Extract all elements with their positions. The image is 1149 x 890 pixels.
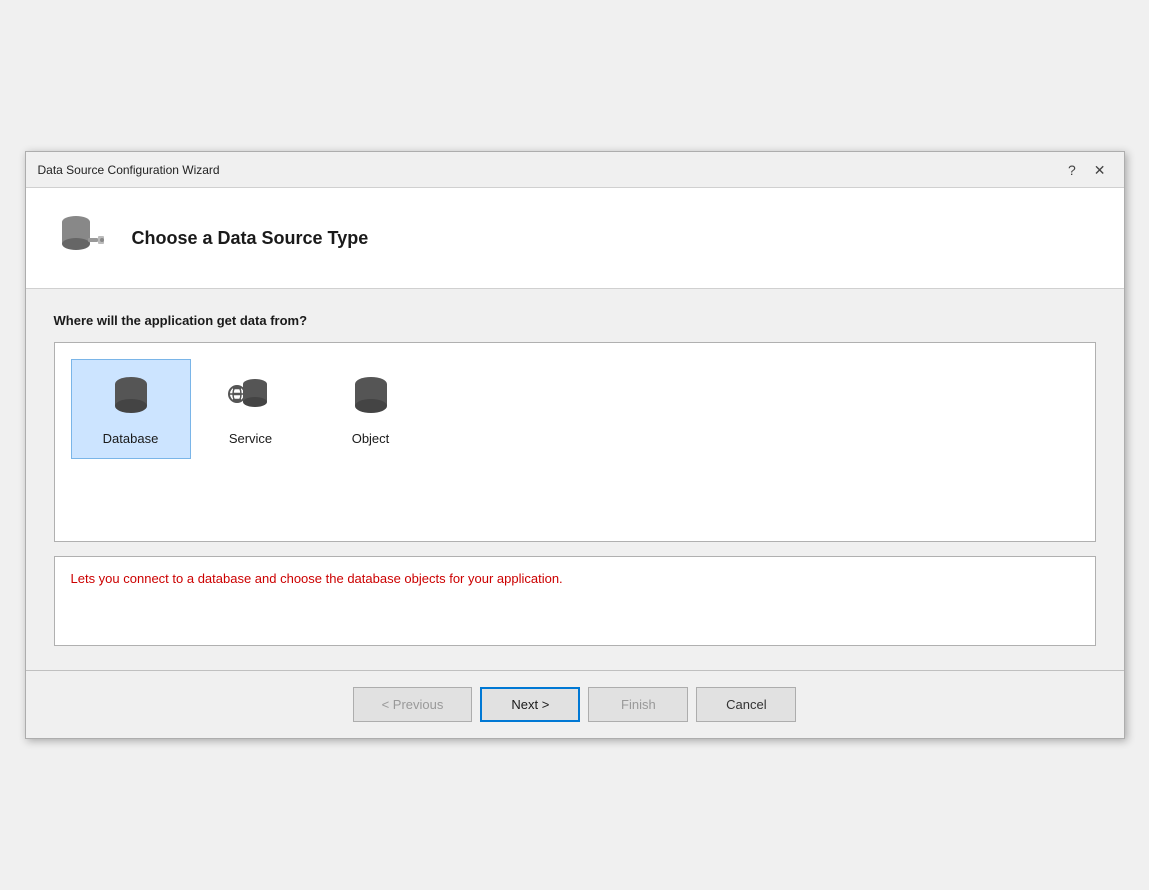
datasource-item-object[interactable]: Object (311, 359, 431, 459)
database-icon (107, 372, 155, 423)
help-button[interactable]: ? (1062, 161, 1082, 179)
title-bar-right: ? ✕ (1062, 161, 1112, 179)
footer-section: < Previous Next > Finish Cancel (26, 670, 1124, 738)
previous-button[interactable]: < Previous (353, 687, 473, 722)
cancel-button[interactable]: Cancel (696, 687, 796, 722)
dialog-window: Data Source Configuration Wizard ? ✕ Cho… (25, 151, 1125, 739)
datasource-item-database[interactable]: Database (71, 359, 191, 459)
content-section: Where will the application get data from… (26, 289, 1124, 670)
datasource-grid: Database (71, 359, 1079, 459)
datasource-item-service[interactable]: Service (191, 359, 311, 459)
object-icon (347, 372, 395, 423)
finish-button[interactable]: Finish (588, 687, 688, 722)
service-icon (227, 372, 275, 423)
datasource-header-icon (54, 208, 114, 268)
header-section: Choose a Data Source Type (26, 188, 1124, 289)
description-text: Lets you connect to a database and choos… (71, 571, 563, 586)
service-label: Service (229, 431, 272, 446)
question-label: Where will the application get data from… (54, 313, 1096, 328)
close-button[interactable]: ✕ (1088, 161, 1112, 179)
title-bar: Data Source Configuration Wizard ? ✕ (26, 152, 1124, 188)
datasource-grid-box: Database (54, 342, 1096, 542)
next-button[interactable]: Next > (480, 687, 580, 722)
header-icon (54, 208, 114, 268)
database-label: Database (103, 431, 159, 446)
description-box: Lets you connect to a database and choos… (54, 556, 1096, 646)
object-label: Object (352, 431, 390, 446)
page-title: Choose a Data Source Type (132, 228, 369, 249)
title-bar-left: Data Source Configuration Wizard (38, 163, 220, 177)
window-title: Data Source Configuration Wizard (38, 163, 220, 177)
